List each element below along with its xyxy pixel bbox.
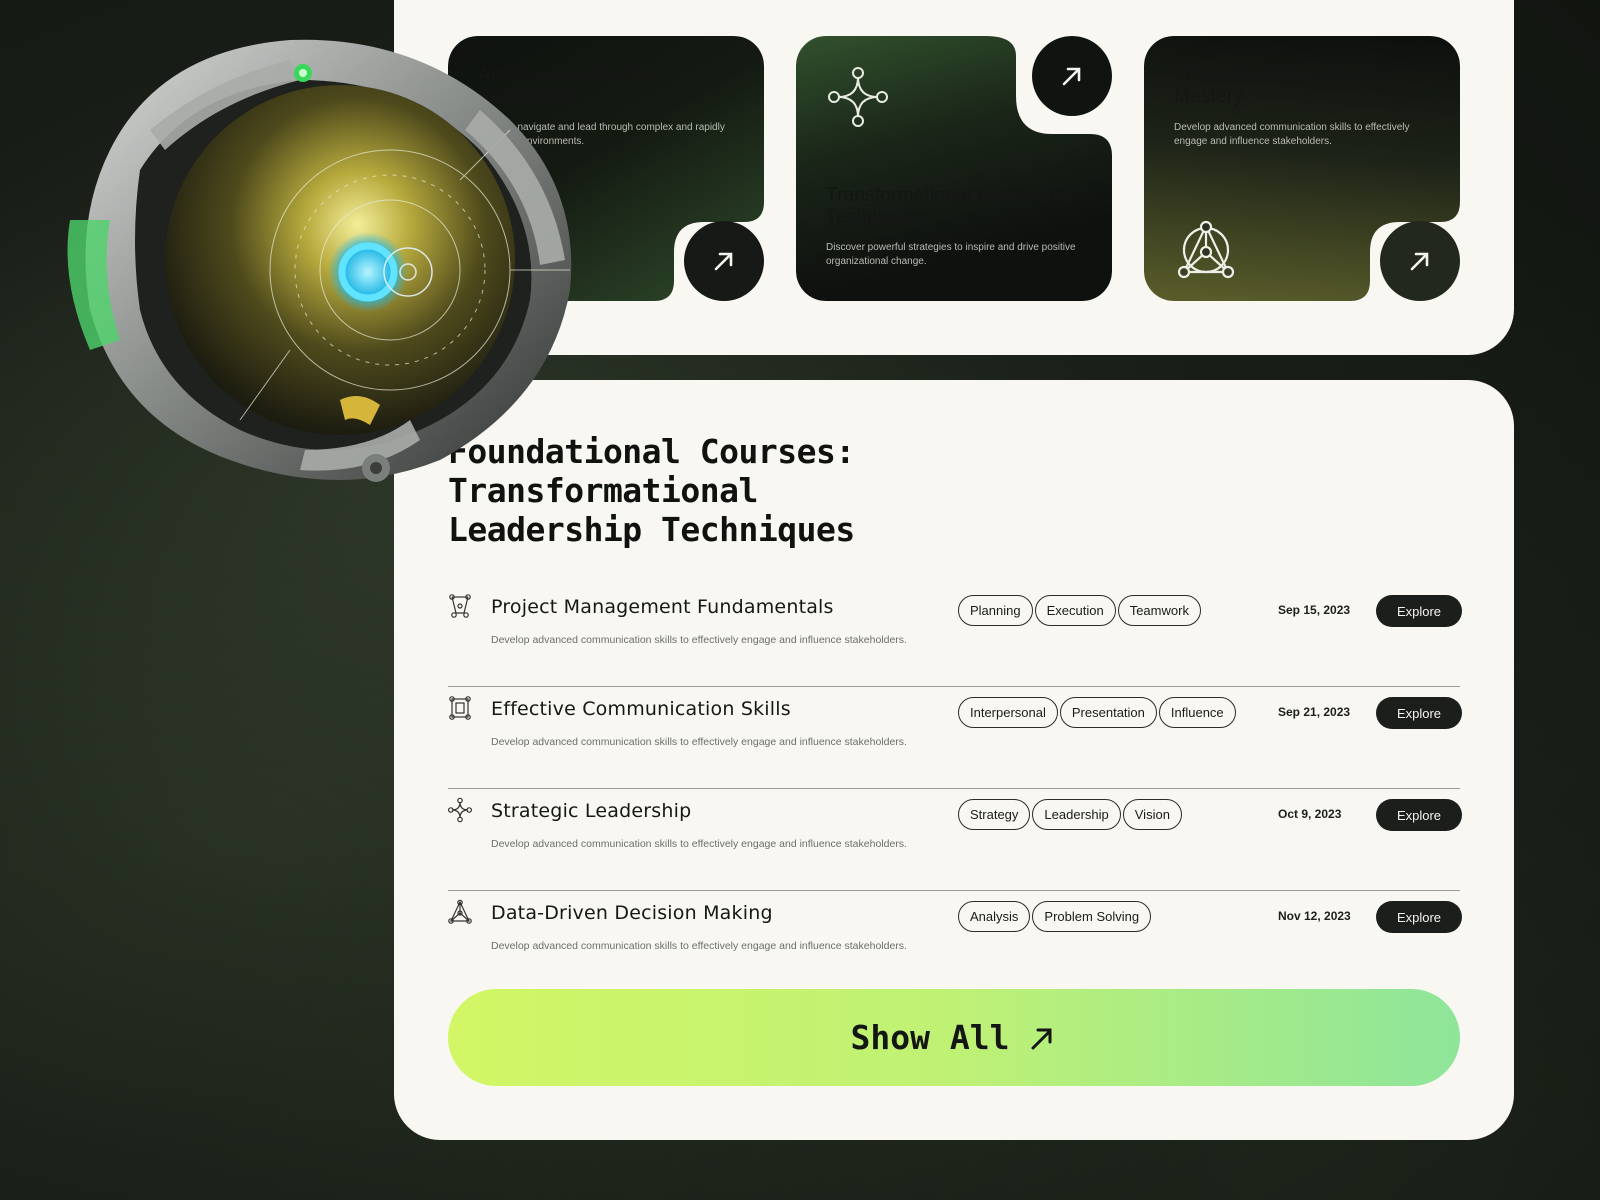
tag-chip[interactable]: Leadership <box>1032 799 1121 830</box>
course-title: Project Management Fundamentals <box>491 596 834 618</box>
show-all-label: Show All <box>850 1018 1010 1057</box>
course-row: Data-Driven Decision Making Develop adva… <box>448 891 1462 993</box>
explore-button[interactable]: Explore <box>1376 799 1462 831</box>
tag-chip[interactable]: Presentation <box>1059 697 1157 728</box>
diamond-nodes-icon <box>828 67 888 127</box>
course-description: Develop advanced communication skills to… <box>491 838 907 850</box>
feature-card-transformational[interactable]: Transformational Leadership Techniques D… <box>796 36 1112 301</box>
tag-chip[interactable]: Interpersonal <box>958 697 1058 728</box>
course-row: Project Management Fundamentals Develop … <box>448 585 1462 687</box>
arrow-up-right-icon <box>1031 1028 1052 1049</box>
course-description: Develop advanced communication skills to… <box>491 736 907 748</box>
arrow-up-right-icon <box>714 252 733 271</box>
arrow-button[interactable] <box>684 221 764 301</box>
course-list: Project Management Fundamentals Develop … <box>448 585 1462 993</box>
arrow-button[interactable] <box>1032 36 1112 116</box>
card-title: Influential Communication Mastery <box>1174 65 1398 107</box>
tag-chip[interactable]: Influence <box>1158 697 1236 728</box>
diamond-nodes-icon <box>448 797 472 823</box>
explore-button[interactable]: Explore <box>1376 697 1462 729</box>
tag-chip[interactable]: Execution <box>1034 595 1116 626</box>
tag-list: Analysis Problem Solving <box>958 901 1152 932</box>
card-description: Discover powerful strategies to inspire … <box>826 242 1076 267</box>
tag-chip[interactable]: Analysis <box>958 901 1031 932</box>
tag-chip[interactable]: Problem Solving <box>1032 901 1152 932</box>
arrow-up-right-icon <box>1062 67 1081 86</box>
course-date: Sep 15, 2023 <box>1278 603 1351 617</box>
explore-button[interactable]: Explore <box>1376 901 1462 933</box>
tag-list: Strategy Leadership Vision <box>958 799 1182 830</box>
course-date: Oct 9, 2023 <box>1278 807 1342 821</box>
course-row: Effective Communication Skills Develop a… <box>448 687 1462 789</box>
course-title: Data-Driven Decision Making <box>491 902 773 924</box>
tag-chip[interactable]: Planning <box>958 595 1033 626</box>
course-description: Develop advanced communication skills to… <box>491 634 907 646</box>
frame-node-icon <box>449 696 471 720</box>
arrow-button[interactable] <box>1380 221 1460 301</box>
tag-chip[interactable]: Teamwork <box>1117 595 1201 626</box>
scifi-sphere-illustration <box>67 39 572 482</box>
show-all-button[interactable]: Show All <box>448 989 1460 1086</box>
card-description: Develop advanced communication skills to… <box>1174 122 1410 147</box>
course-date: Sep 21, 2023 <box>1278 705 1351 719</box>
card-title: Transformational Leadership Techniques <box>826 185 1073 227</box>
tag-chip[interactable]: Strategy <box>958 799 1031 830</box>
course-date: Nov 12, 2023 <box>1278 909 1351 923</box>
triangle-network-icon <box>1177 220 1235 279</box>
tag-list: Planning Execution Teamwork <box>958 595 1201 626</box>
tag-list: Interpersonal Presentation Influence <box>958 697 1236 728</box>
bracket-node-icon <box>449 594 471 618</box>
explore-button[interactable]: Explore <box>1376 595 1462 627</box>
course-description: Develop advanced communication skills to… <box>491 940 907 952</box>
triangle-network-icon <box>448 899 472 924</box>
course-title: Effective Communication Skills <box>491 698 791 720</box>
tag-chip[interactable]: Vision <box>1122 799 1182 830</box>
course-title: Strategic Leadership <box>491 800 692 822</box>
course-row: Strategic Leadership Develop advanced co… <box>448 789 1462 891</box>
feature-card-communication[interactable]: Influential Communication Mastery Develo… <box>1144 36 1460 301</box>
arrow-up-right-icon <box>1410 252 1429 271</box>
